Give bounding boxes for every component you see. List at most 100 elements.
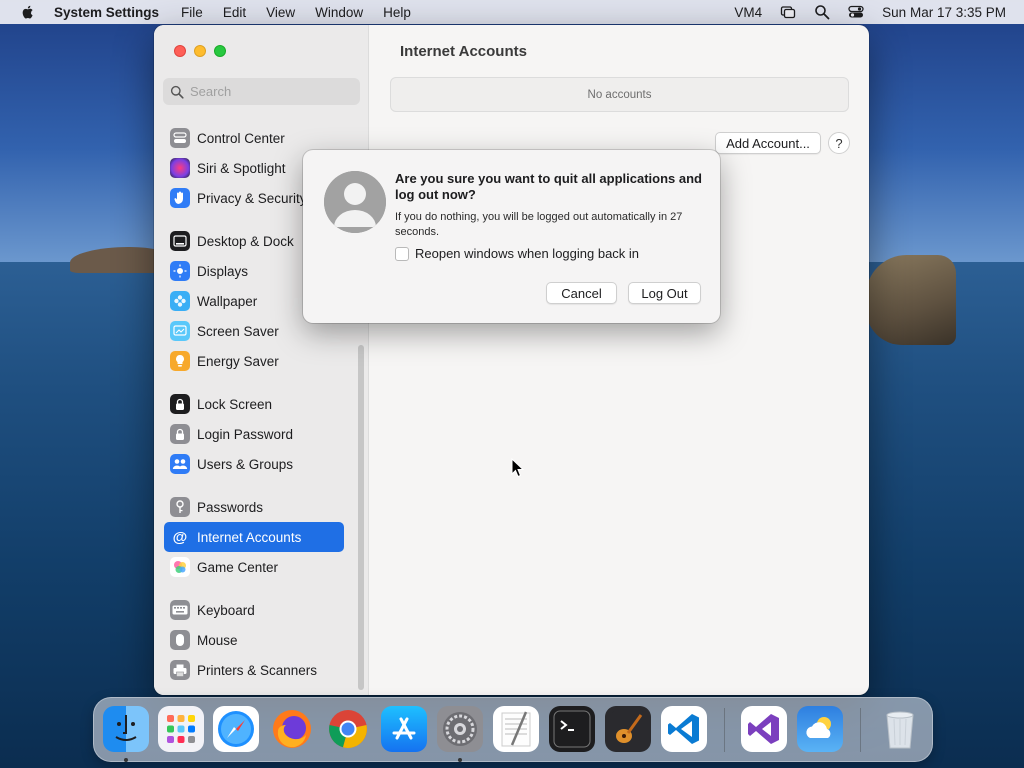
dock — [93, 697, 933, 762]
keyboard-icon — [170, 600, 190, 620]
system-settings-window: Control Center Siri & Spotlight Privacy … — [154, 25, 869, 695]
sidebar-item-label: Screen Saver — [197, 323, 279, 339]
search-field[interactable] — [163, 78, 360, 105]
hand-icon — [170, 188, 190, 208]
siri-icon — [170, 158, 190, 178]
screen-mirroring-icon[interactable] — [780, 4, 796, 20]
menu-help[interactable]: Help — [383, 5, 411, 20]
sidebar-item-label: Desktop & Dock — [197, 233, 294, 249]
sidebar-item-label: Control Center — [197, 130, 285, 146]
dialog-title: Are you sure you want to quit all applic… — [395, 171, 702, 202]
sidebar-item-passwords[interactable]: Passwords — [164, 492, 344, 522]
sidebar-item-label: Lock Screen — [197, 396, 273, 412]
lightbulb-icon — [170, 351, 190, 371]
sidebar-scrollbar[interactable] — [358, 345, 364, 690]
system-settings-icon[interactable] — [437, 706, 483, 752]
dialog-message: If you do nothing, you will be logged ou… — [395, 211, 683, 238]
close-window-button[interactable] — [174, 45, 186, 57]
page-title: Internet Accounts — [400, 43, 527, 60]
search-input[interactable] — [190, 84, 350, 99]
sidebar-item-keyboard[interactable]: Keyboard — [164, 595, 344, 625]
mouse-icon — [170, 630, 190, 650]
menu-file[interactable]: File — [181, 5, 203, 20]
menu-window[interactable]: Window — [315, 5, 363, 20]
menu-bar: System Settings File Edit View Window He… — [0, 0, 1024, 24]
sidebar-item-label: Internet Accounts — [197, 529, 302, 545]
log-out-button[interactable]: Log Out — [628, 282, 701, 304]
sidebar-item-login-password[interactable]: Login Password — [164, 419, 344, 449]
no-accounts-label: No accounts — [587, 88, 652, 101]
at-icon: @ — [170, 527, 190, 547]
reopen-windows-label[interactable]: Reopen windows when logging back in — [415, 246, 639, 261]
vm-label[interactable]: VM4 — [734, 5, 762, 20]
sidebar-item-internet-accounts[interactable]: @ Internet Accounts — [164, 522, 344, 552]
sidebar-item-energy-saver[interactable]: Energy Saver — [164, 346, 344, 376]
menu-view[interactable]: View — [266, 5, 295, 20]
sidebar-item-label: Users & Groups — [197, 456, 294, 472]
sun-icon — [170, 261, 190, 281]
add-account-button[interactable]: Add Account... — [715, 132, 821, 154]
menu-app-name[interactable]: System Settings — [54, 5, 159, 20]
window-controls — [174, 45, 226, 57]
spotlight-search-icon[interactable] — [814, 4, 830, 20]
reopen-windows-checkbox[interactable] — [395, 246, 409, 261]
game-center-icon — [170, 557, 190, 577]
apple-icon[interactable] — [20, 4, 36, 20]
mouse-cursor-icon — [511, 458, 525, 478]
sidebar-item-label: Privacy & Security — [197, 190, 307, 206]
dock-separator — [724, 708, 725, 752]
zoom-window-button[interactable] — [214, 45, 226, 57]
chrome-icon[interactable] — [325, 706, 371, 752]
trash-icon[interactable] — [877, 706, 923, 752]
sidebar-item-label: Wallpaper — [197, 293, 258, 309]
system-settings-running-indicator — [458, 758, 462, 762]
search-icon — [170, 85, 184, 99]
sidebar-item-mouse[interactable]: Mouse — [164, 625, 344, 655]
dock-separator — [860, 708, 861, 752]
control-center-icon[interactable] — [848, 4, 864, 20]
finder-running-indicator — [124, 758, 128, 762]
help-button[interactable]: ? — [828, 132, 850, 154]
vscode-icon[interactable] — [661, 706, 707, 752]
sidebar: Control Center Siri & Spotlight Privacy … — [154, 25, 369, 695]
printer-icon — [170, 660, 190, 680]
menu-edit[interactable]: Edit — [223, 5, 246, 20]
sidebar-item-label: Displays — [197, 263, 249, 279]
finder-icon[interactable] — [103, 706, 149, 752]
reopen-windows-row[interactable]: Reopen windows when logging back in — [395, 246, 639, 261]
menu-clock[interactable]: Sun Mar 17 3:35 PM — [882, 5, 1006, 20]
screen-saver-icon — [170, 321, 190, 341]
sidebar-item-label: Printers & Scanners — [197, 662, 318, 678]
firefox-icon[interactable] — [269, 706, 315, 752]
app-store-icon[interactable] — [381, 706, 427, 752]
sidebar-item-label: Mouse — [197, 632, 238, 648]
logout-dialog: Are you sure you want to quit all applic… — [303, 150, 720, 323]
terminal-icon[interactable] — [549, 706, 595, 752]
users-icon — [170, 454, 190, 474]
sidebar-item-users-groups[interactable]: Users & Groups — [164, 449, 344, 479]
launchpad-icon[interactable] — [158, 706, 204, 752]
sidebar-item-game-center[interactable]: Game Center — [164, 552, 344, 582]
cancel-button[interactable]: Cancel — [546, 282, 617, 304]
lock-icon — [170, 424, 190, 444]
sidebar-item-label: Passwords — [197, 499, 264, 515]
sidebar-item-label: Login Password — [197, 426, 294, 442]
sidebar-item-printers-scanners[interactable]: Printers & Scanners — [164, 655, 344, 685]
dock-icon — [170, 231, 190, 251]
garageband-icon[interactable] — [605, 706, 651, 752]
control-center-icon — [170, 128, 190, 148]
textedit-icon[interactable] — [493, 706, 539, 752]
user-avatar-icon — [324, 171, 386, 233]
sidebar-item-label: Energy Saver — [197, 353, 279, 369]
weather-icon[interactable] — [797, 706, 843, 752]
visual-studio-icon[interactable] — [741, 706, 787, 752]
lock-icon — [170, 394, 190, 414]
minimize-window-button[interactable] — [194, 45, 206, 57]
accounts-list-empty: No accounts — [390, 77, 849, 112]
sidebar-item-control-center[interactable]: Control Center — [164, 123, 344, 153]
key-icon — [170, 497, 190, 517]
sidebar-item-label: Game Center — [197, 559, 279, 575]
flower-icon — [170, 291, 190, 311]
safari-icon[interactable] — [213, 706, 259, 752]
sidebar-item-lock-screen[interactable]: Lock Screen — [164, 389, 344, 419]
